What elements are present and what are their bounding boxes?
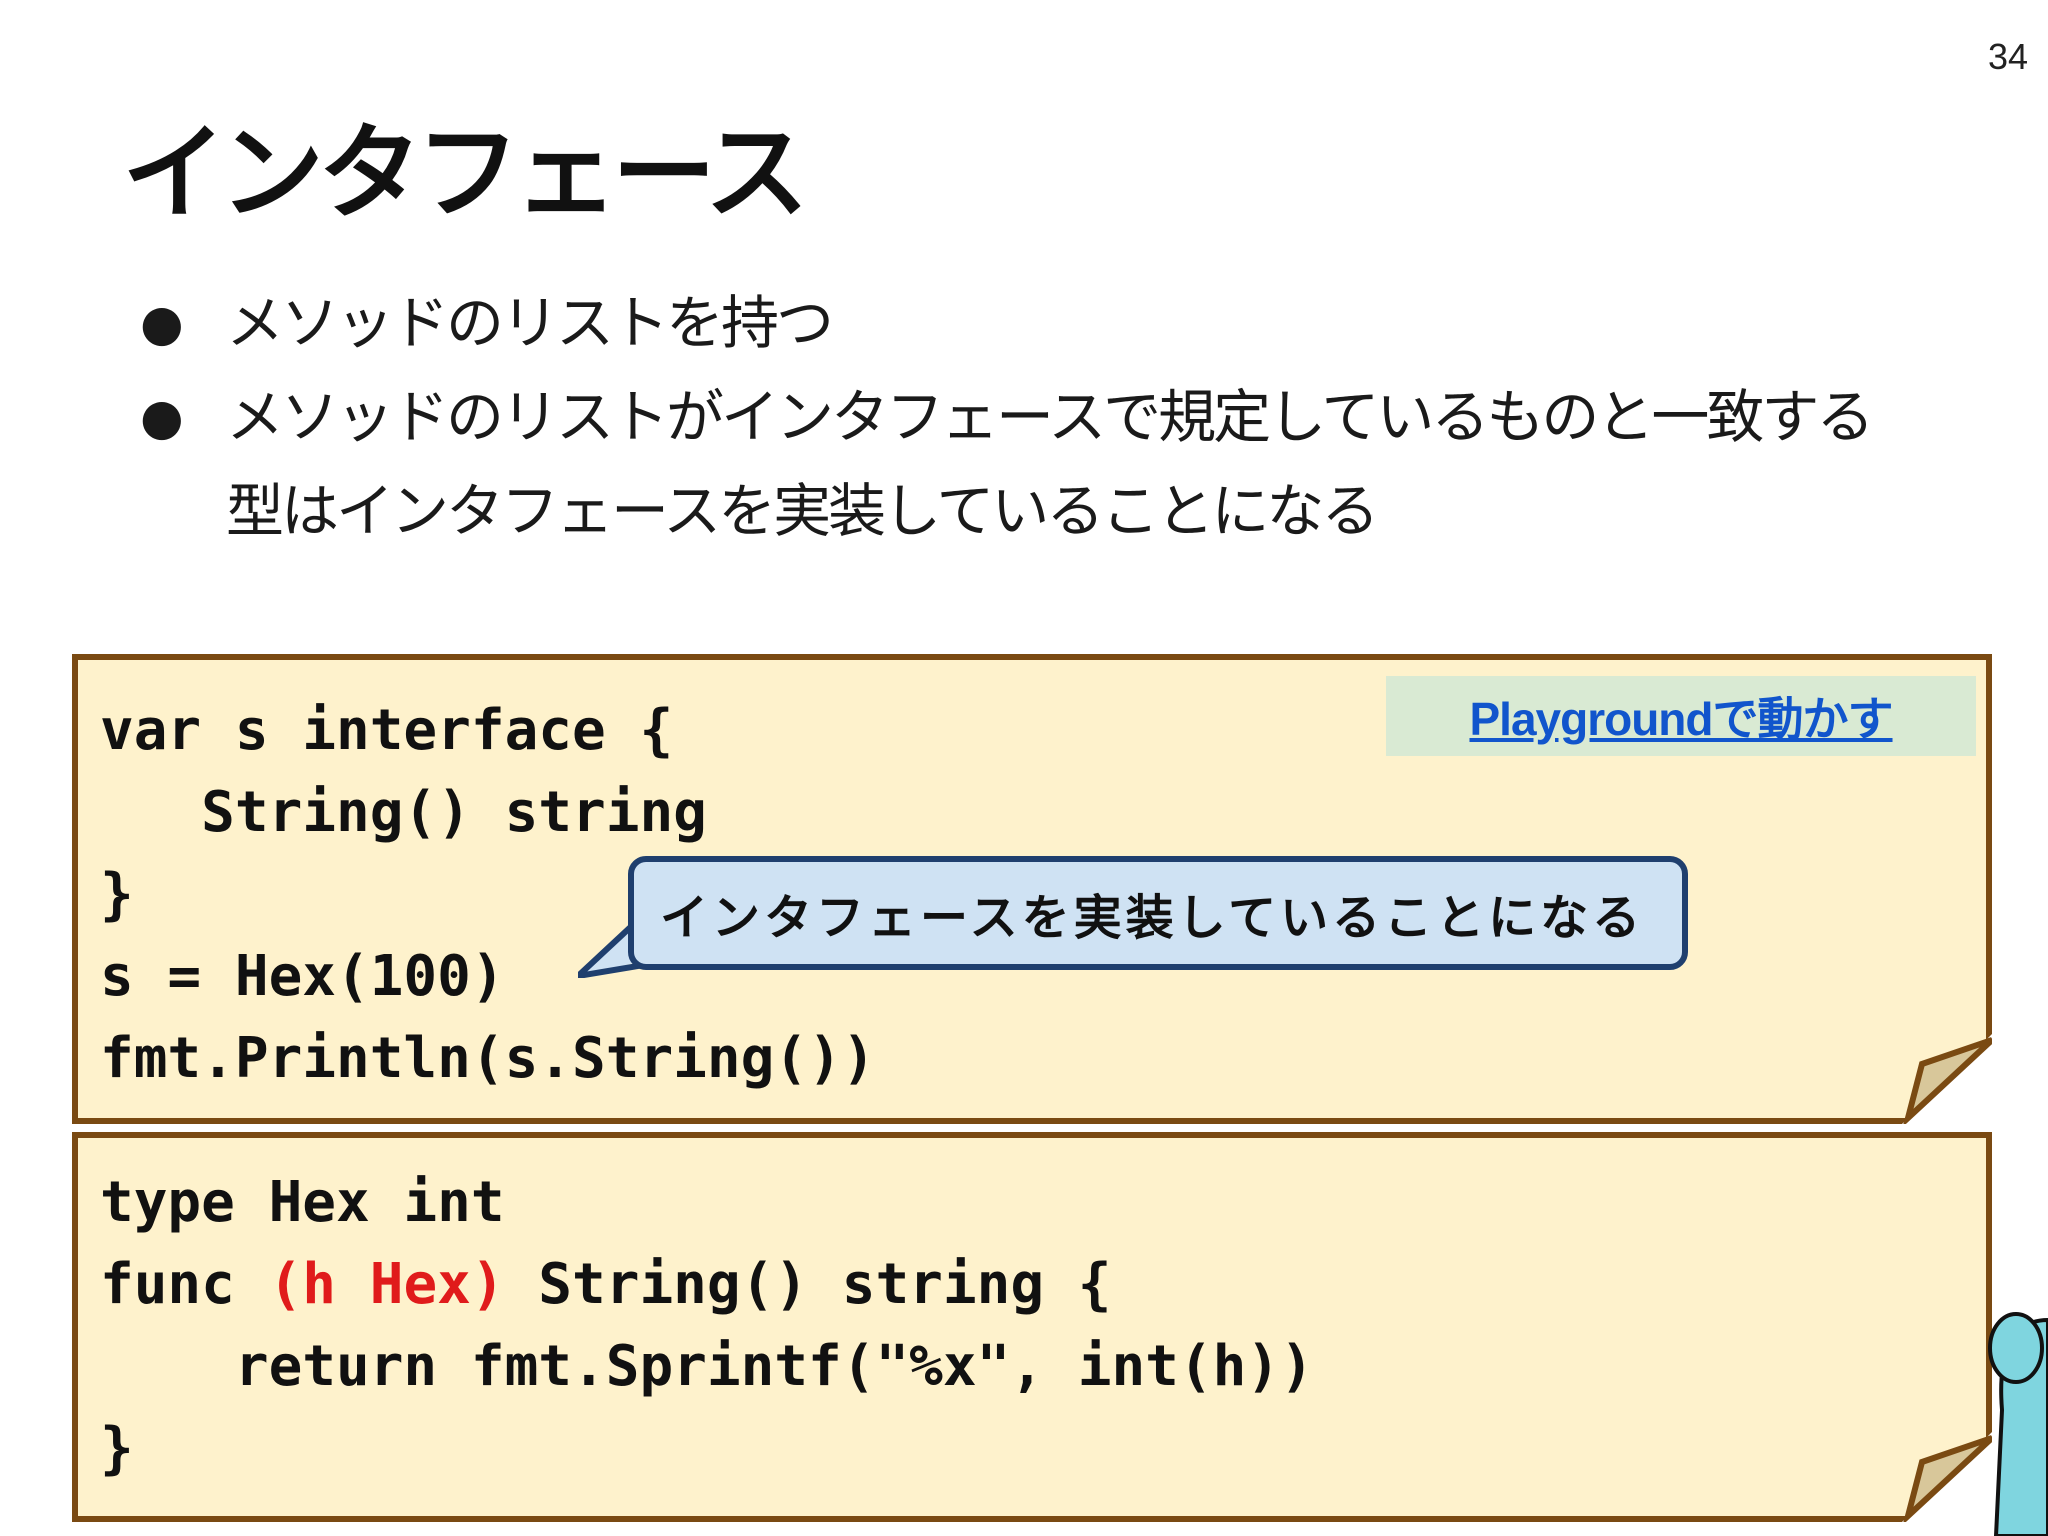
code-line: var s interface { [100, 698, 674, 763]
slide-title: インタフェース [122, 112, 809, 234]
playground-link-box: Playgroundで動かす [1386, 676, 1976, 756]
code-block-hex-type: type Hex int func (h Hex) String() strin… [72, 1132, 1992, 1522]
page-fold-icon [1902, 1034, 1992, 1124]
callout-bubble: インタフェースを実装していることになる [628, 856, 1688, 970]
code-line: fmt.Println(s.String()) [100, 1026, 876, 1091]
bullet-text: メソッドのリストがインタフェースで規定しているものと一致する型はインタフェースを… [226, 383, 1874, 545]
gopher-mascot-icon [1988, 1312, 2048, 1536]
bullet-dot-icon: ● [140, 388, 184, 446]
bullet-item: ● メソッドのリストを持つ [130, 276, 1910, 370]
code-token: func [100, 1252, 269, 1317]
page-number: 34 [1987, 36, 2028, 77]
code-line: String() string [100, 780, 707, 845]
code-text: type Hex int func (h Hex) String() strin… [100, 1162, 1314, 1490]
code-line: func (h Hex) String() string { [100, 1252, 1111, 1317]
bullet-list: ● メソッドのリストを持つ ● メソッドのリストがインタフェースで規定しているも… [130, 276, 1910, 558]
code-line: } [100, 862, 134, 927]
bullet-text: メソッドのリストを持つ [226, 289, 834, 357]
code-line: type Hex int [100, 1170, 505, 1235]
code-line: s = Hex(100) [100, 944, 505, 1009]
bullet-item: ● メソッドのリストがインタフェースで規定しているものと一致する型はインタフェー… [130, 370, 1910, 558]
playground-link[interactable]: Playgroundで動かす [1469, 683, 1893, 749]
code-line: return fmt.Sprintf("%x", int(h)) [100, 1334, 1314, 1399]
receiver-highlight: (h Hex) [268, 1252, 505, 1317]
bullet-dot-icon: ● [140, 294, 184, 352]
code-line: } [100, 1416, 134, 1481]
code-token: String() string { [504, 1252, 1112, 1317]
